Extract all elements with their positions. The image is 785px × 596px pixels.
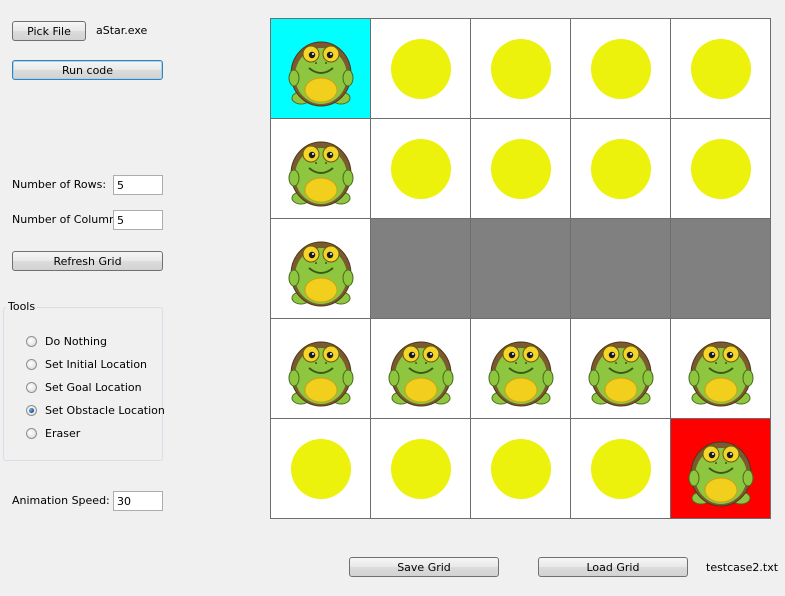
tool-set-initial-location-option[interactable]: Set Initial Location [26, 356, 147, 372]
yellow-dot-icon [490, 138, 551, 199]
radio-checked-icon[interactable] [26, 404, 37, 416]
tool-label: Eraser [45, 426, 81, 440]
tool-label: Set Goal Location [45, 380, 142, 394]
yellow-dot-icon [490, 38, 551, 99]
grid-cell-open[interactable] [571, 19, 670, 118]
radio-icon[interactable] [26, 381, 37, 393]
loaded-file-label: testcase2.txt [706, 561, 779, 574]
tools-group-title: Tools [6, 300, 38, 313]
grid-cell-path[interactable] [271, 319, 370, 418]
refresh-grid-button[interactable]: Refresh Grid [12, 251, 163, 271]
animation-speed-label: Animation Speed: [12, 494, 110, 507]
grid-cell-open[interactable] [471, 119, 570, 218]
grid-cell-open[interactable] [371, 119, 470, 218]
grid-cell-path[interactable] [671, 319, 770, 418]
yellow-dot-icon [590, 138, 651, 199]
tool-label: Do Nothing [45, 334, 107, 348]
grid-cell-open[interactable] [371, 419, 470, 518]
radio-icon[interactable] [26, 335, 37, 347]
yellow-dot-icon [390, 438, 451, 499]
turtle-icon [488, 341, 553, 406]
turtle-icon [288, 241, 353, 306]
animation-speed-input[interactable] [113, 491, 163, 511]
rows-label: Number of Rows: [12, 178, 107, 191]
yellow-dot-icon [390, 38, 451, 99]
yellow-dot-icon [590, 438, 651, 499]
grid-cell-open[interactable] [671, 119, 770, 218]
yellow-dot-icon [290, 438, 351, 499]
grid-board [270, 18, 771, 519]
tool-do-nothing-option[interactable]: Do Nothing [26, 333, 107, 349]
grid-cell-obstacle[interactable] [571, 219, 670, 318]
turtle-icon [388, 341, 453, 406]
yellow-dot-icon [690, 38, 751, 99]
turtle-icon [688, 341, 753, 406]
grid-cell-obstacle[interactable] [471, 219, 570, 318]
yellow-dot-icon [690, 138, 751, 199]
tool-set-goal-location-option[interactable]: Set Goal Location [26, 379, 142, 395]
columns-label: Number of Columns: [12, 213, 126, 226]
rows-input[interactable] [113, 175, 163, 195]
turtle-icon [288, 141, 353, 206]
yellow-dot-icon [490, 438, 551, 499]
grid-cell-open[interactable] [571, 419, 670, 518]
turtle-icon [288, 41, 353, 106]
selected-file-label: aStar.exe [96, 24, 148, 37]
columns-input[interactable] [113, 210, 163, 230]
save-grid-button[interactable]: Save Grid [349, 557, 499, 577]
radio-icon[interactable] [26, 358, 37, 370]
tool-set-obstacle-location-option[interactable]: Set Obstacle Location [26, 402, 165, 418]
grid-cell-path[interactable] [271, 219, 370, 318]
run-code-button[interactable]: Run code [12, 60, 163, 80]
grid-cell-path[interactable] [271, 119, 370, 218]
turtle-icon [288, 341, 353, 406]
yellow-dot-icon [590, 38, 651, 99]
grid-cell-path[interactable] [571, 319, 670, 418]
tool-eraser-option[interactable]: Eraser [26, 425, 80, 441]
grid-cell-obstacle[interactable] [371, 219, 470, 318]
grid-cell-open[interactable] [371, 19, 470, 118]
turtle-icon [688, 441, 753, 506]
grid-cell-obstacle[interactable] [671, 219, 770, 318]
grid-cell-start[interactable] [271, 19, 370, 118]
tool-label: Set Initial Location [45, 357, 148, 371]
tool-label: Set Obstacle Location [45, 403, 165, 417]
grid-cell-path[interactable] [371, 319, 470, 418]
grid-cell-open[interactable] [671, 19, 770, 118]
load-grid-button[interactable]: Load Grid [538, 557, 688, 577]
yellow-dot-icon [390, 138, 451, 199]
grid-cell-path[interactable] [471, 319, 570, 418]
radio-icon[interactable] [26, 427, 37, 439]
grid-cell-open[interactable] [471, 419, 570, 518]
pick-file-button[interactable]: Pick File [12, 21, 86, 41]
grid-cell-open[interactable] [571, 119, 670, 218]
grid-cell-open[interactable] [471, 19, 570, 118]
turtle-icon [588, 341, 653, 406]
grid-cell-goal[interactable] [671, 419, 770, 518]
grid-cell-open[interactable] [271, 419, 370, 518]
